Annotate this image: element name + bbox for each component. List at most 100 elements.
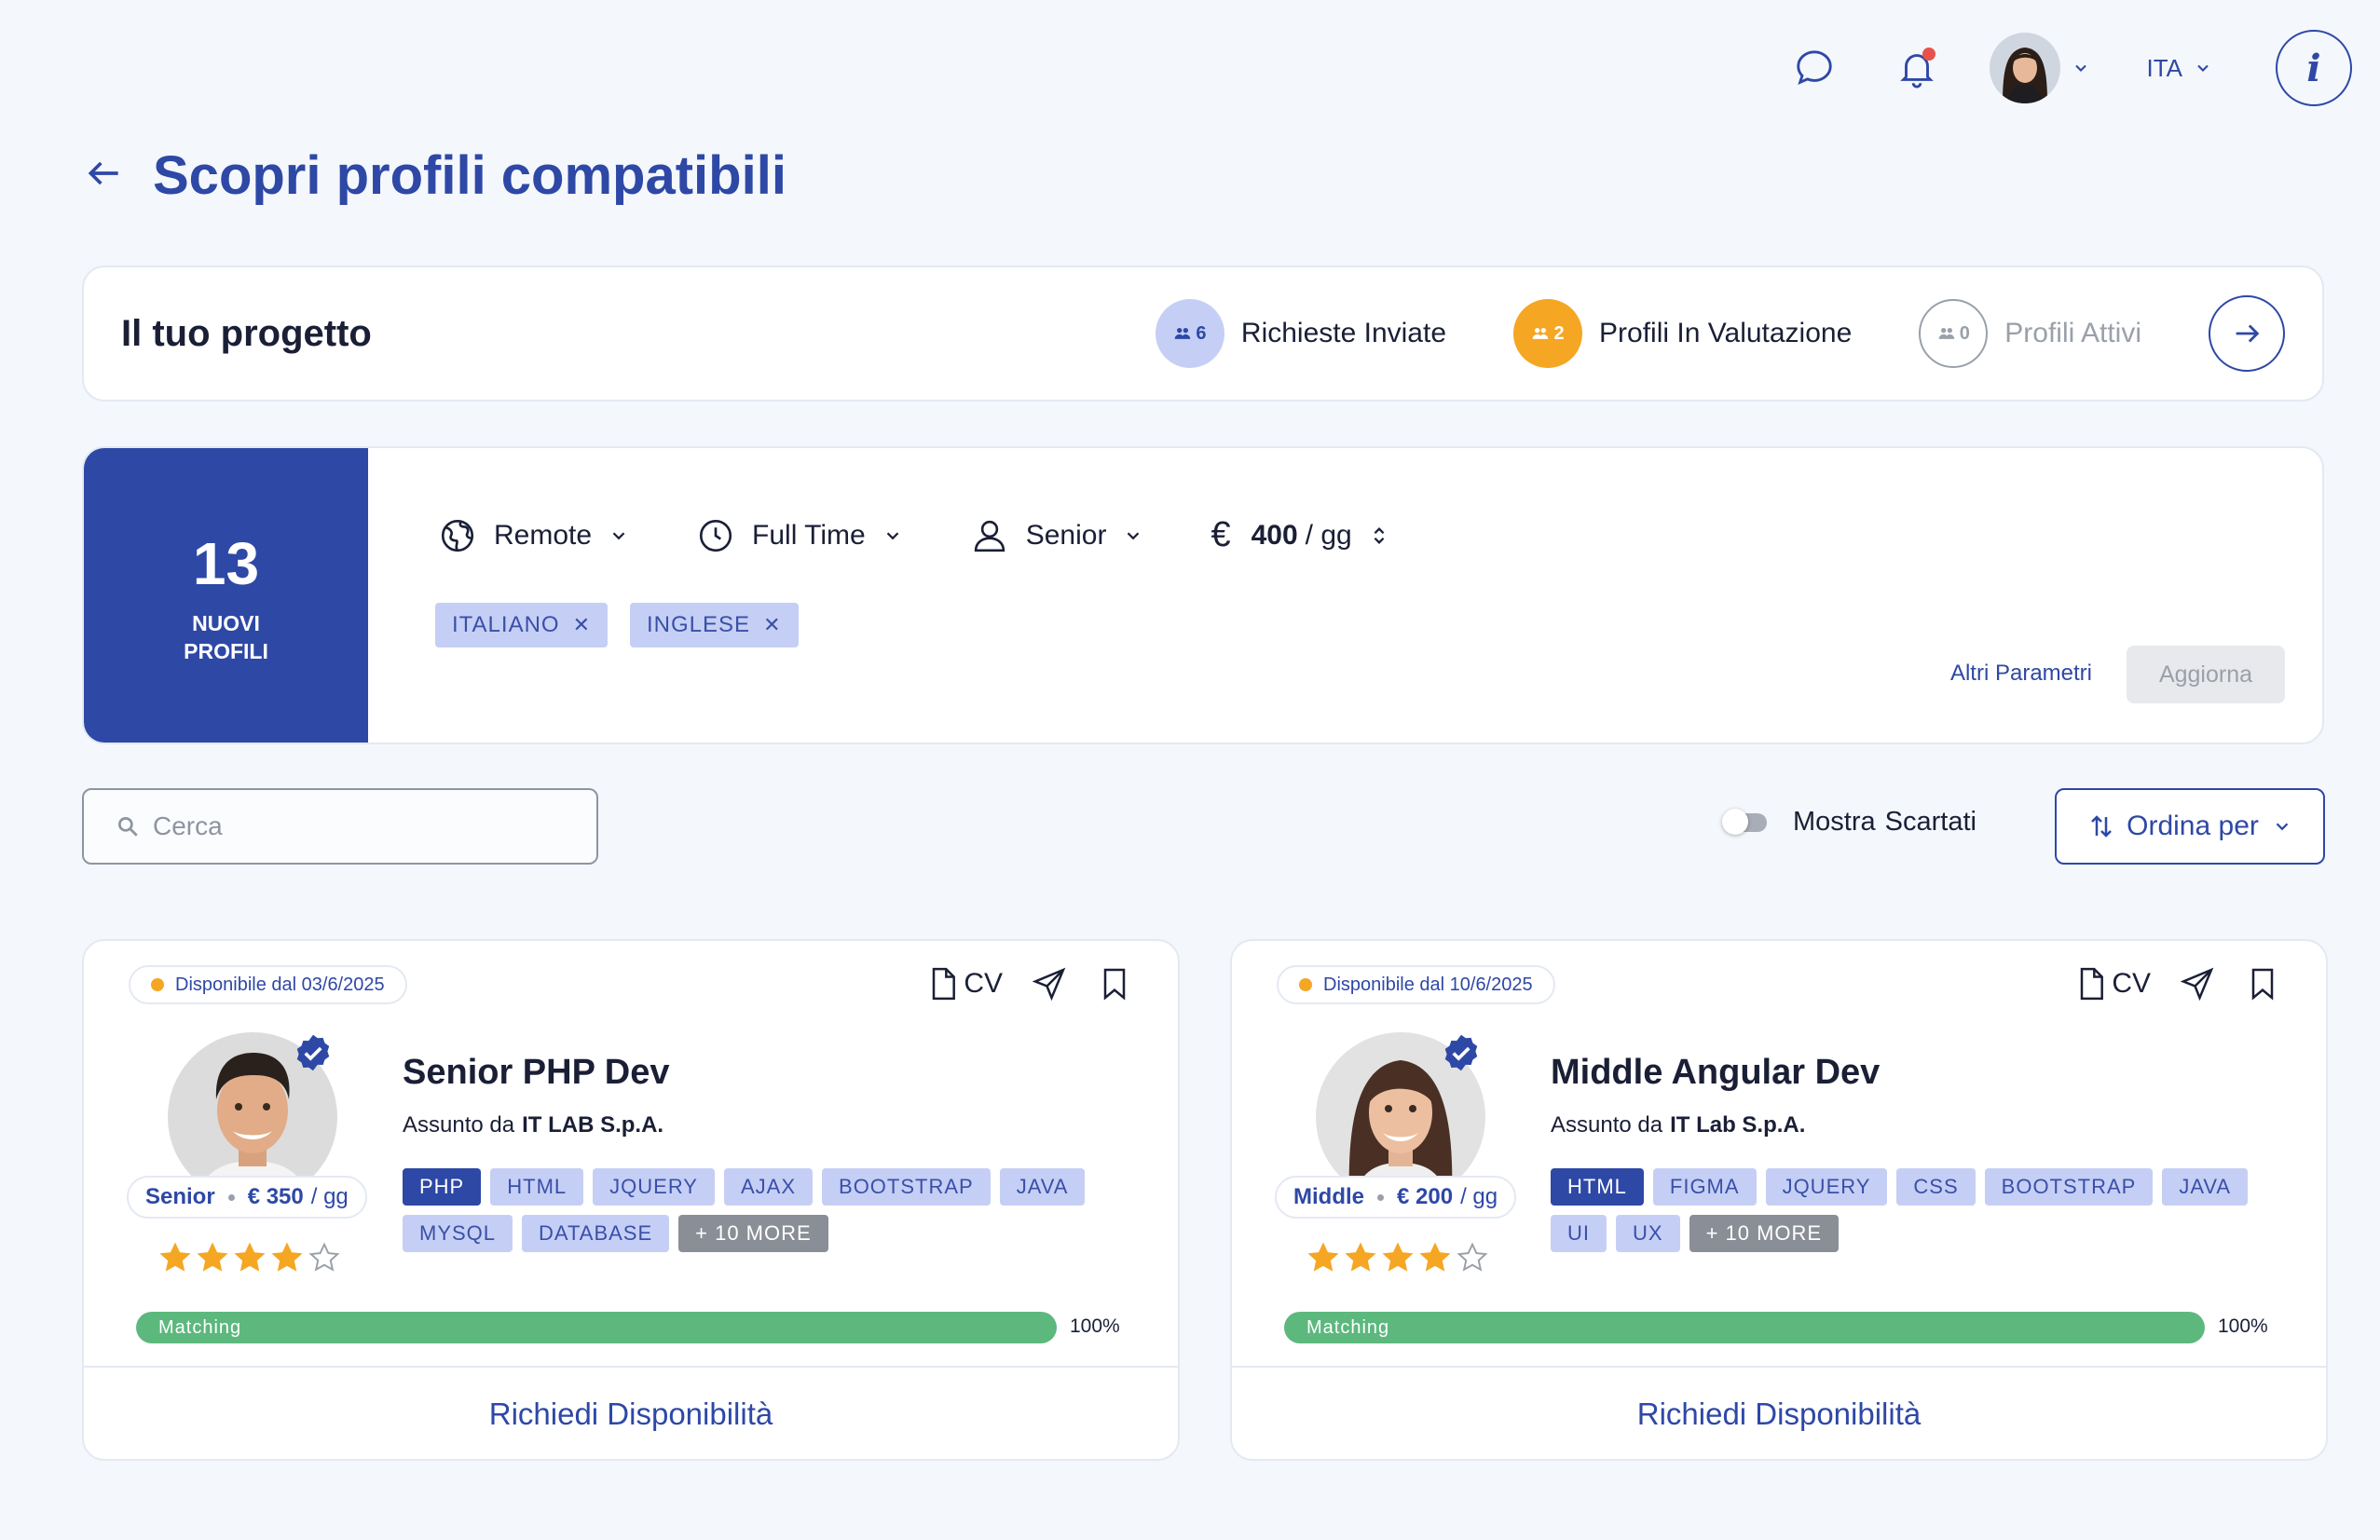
project-stat[interactable]: 6 Richieste Inviate: [1155, 299, 1447, 368]
send-button[interactable]: [1031, 965, 1068, 1002]
project-stat[interactable]: 0 Profili Attivi: [1919, 299, 2141, 368]
star-filled-icon: [159, 1242, 191, 1272]
chevron-down-icon: [1128, 531, 1140, 539]
language-selector[interactable]: ITA: [2146, 54, 2212, 83]
download-cv-button[interactable]: CV: [2072, 965, 2151, 1002]
work-mode-filter[interactable]: Remote: [438, 516, 629, 555]
hired-by: Assunto da IT LAB S.p.A.: [403, 1112, 663, 1138]
skills-list: HTML FIGMA JQUERY CSS BOOTSTRAP JAVA UI UX + 10 …: [1551, 1168, 2259, 1261]
bell-icon[interactable]: [1889, 40, 1945, 96]
skill-tag: JQUERY: [1765, 1168, 1888, 1206]
request-availability-button[interactable]: Richiedi Disponibilità: [84, 1366, 1178, 1461]
chevron-down-icon: [2197, 64, 2209, 72]
star-filled-icon: [1419, 1242, 1451, 1272]
back-arrow-icon[interactable]: [84, 153, 125, 198]
page-header: Scopri profili compatibili: [84, 144, 786, 207]
stat-count-badge: 6: [1155, 299, 1224, 368]
search-input[interactable]: Cerca: [82, 788, 598, 865]
user-avatar[interactable]: [1990, 33, 2061, 103]
more-skills-tag[interactable]: + 10 MORE: [678, 1215, 828, 1252]
rate-value: 400: [1251, 519, 1298, 551]
availability-text: Disponibile dal 03/6/2025: [175, 974, 385, 995]
remove-tag-icon[interactable]: ✕: [763, 613, 781, 637]
toggle-label-show: Mostra: [1793, 807, 1876, 837]
matching-percent: 100%: [2218, 1315, 2268, 1337]
rate-unit: / gg: [310, 1184, 349, 1209]
skill-tag: FIGMA: [1652, 1168, 1757, 1206]
sort-button[interactable]: Ordina per: [2055, 788, 2325, 865]
rate-filter[interactable]: € 400 / gg: [1211, 515, 1388, 555]
project-title: Il tuo progetto: [121, 312, 372, 354]
skill-tag: AJAX: [723, 1168, 814, 1206]
stat-count: 2: [1553, 322, 1565, 344]
schedule-filter[interactable]: Full Time: [696, 516, 903, 555]
skill-tag: BOOTSTRAP: [1984, 1168, 2154, 1206]
send-icon: [1032, 967, 1066, 1002]
filter-card: 13 NUOVI PROFILI Remote Full Time Senior…: [82, 446, 2324, 744]
cv-label: CV: [2112, 968, 2151, 999]
project-stat[interactable]: 2 Profili In Valutazione: [1513, 299, 1852, 368]
daily-rate: € 350: [247, 1184, 304, 1209]
show-discarded-toggle[interactable]: [1722, 808, 1767, 835]
page-title: Scopri profili compatibili: [153, 145, 786, 206]
filters-row: Remote Full Time Senior € 400 / gg: [438, 515, 1457, 555]
language-tag: INGLESE ✕: [630, 603, 799, 647]
profile-card: Disponibile dal 03/6/2025 CV Senior € 350/ …: [82, 939, 1180, 1461]
stat-label: Richieste Inviate: [1240, 318, 1447, 348]
bookmark-button[interactable]: [2244, 965, 2281, 1002]
sort-icon: [2091, 815, 2113, 838]
language-tag: ITALIANO ✕: [435, 603, 609, 647]
hired-by: Assunto da IT Lab S.p.A.: [1551, 1112, 1805, 1138]
skill-tag: CSS: [1896, 1168, 1976, 1206]
level-rate-pill: Senior € 350/ gg: [127, 1176, 367, 1219]
language-label: ITA: [2146, 53, 2182, 82]
stat-count-badge: 0: [1919, 299, 1989, 368]
rating-stars: [1306, 1241, 1493, 1274]
project-next-button[interactable]: [2209, 295, 2285, 372]
profile-role: Middle Angular Dev: [1551, 1053, 1881, 1092]
skill-tag: HTML: [490, 1168, 584, 1206]
verified-badge-icon: [1444, 1034, 1478, 1071]
star-empty-icon: [308, 1242, 340, 1272]
card-actions: CV: [896, 965, 1133, 1002]
seniority-filter[interactable]: Senior: [970, 516, 1144, 555]
stat-label: Profili Attivi: [2004, 318, 2141, 348]
chevron-down-icon: [2276, 823, 2289, 831]
star-empty-icon: [1457, 1242, 1488, 1272]
document-icon: [2081, 967, 2104, 1001]
rate-unit: / gg: [1460, 1184, 1498, 1209]
star-filled-icon: [271, 1242, 303, 1272]
matching-bar: Matching: [1284, 1312, 2205, 1343]
bookmark-icon: [1103, 968, 1126, 1001]
seniority-value: Senior: [1025, 519, 1107, 551]
arrow-right-icon: [2236, 324, 2260, 343]
seniority-level: Middle: [1293, 1184, 1364, 1209]
bookmark-button[interactable]: [1096, 965, 1133, 1002]
request-availability-button[interactable]: Richiedi Disponibilità: [1232, 1366, 2326, 1461]
availability-text: Disponibile dal 10/6/2025: [1323, 974, 1533, 995]
remove-tag-icon[interactable]: ✕: [573, 613, 591, 637]
matching-percent: 100%: [1070, 1315, 1120, 1337]
more-skills-tag[interactable]: + 10 MORE: [1689, 1215, 1840, 1252]
skill-tag: HTML: [1551, 1168, 1644, 1206]
skill-tag: JAVA: [999, 1168, 1086, 1206]
clock-icon: [699, 519, 732, 552]
send-button[interactable]: [2179, 965, 2216, 1002]
project-stats: 6 Richieste Inviate 2 Profili In Valutazion…: [1155, 299, 2209, 368]
skill-tag: PHP: [403, 1168, 482, 1206]
download-cv-button[interactable]: CV: [924, 965, 1003, 1002]
users-icon: [1533, 328, 1549, 339]
skill-tag: JAVA: [2162, 1168, 2249, 1206]
rate-unit: / gg: [1305, 519, 1352, 551]
more-parameters-link[interactable]: Altri Parametri: [1950, 661, 2092, 687]
update-button[interactable]: Aggiorna: [2127, 646, 2285, 703]
matching-label: Matching: [158, 1316, 242, 1338]
star-filled-icon: [1307, 1242, 1339, 1272]
daily-rate: € 200: [1397, 1184, 1454, 1209]
chat-icon[interactable]: [1786, 40, 1842, 96]
chevron-down-icon[interactable]: [2072, 59, 2090, 77]
stepper-icon[interactable]: [1369, 525, 1389, 546]
work-mode-value: Remote: [494, 519, 593, 551]
star-filled-icon: [1345, 1242, 1376, 1272]
info-button[interactable]: i: [2276, 30, 2352, 106]
